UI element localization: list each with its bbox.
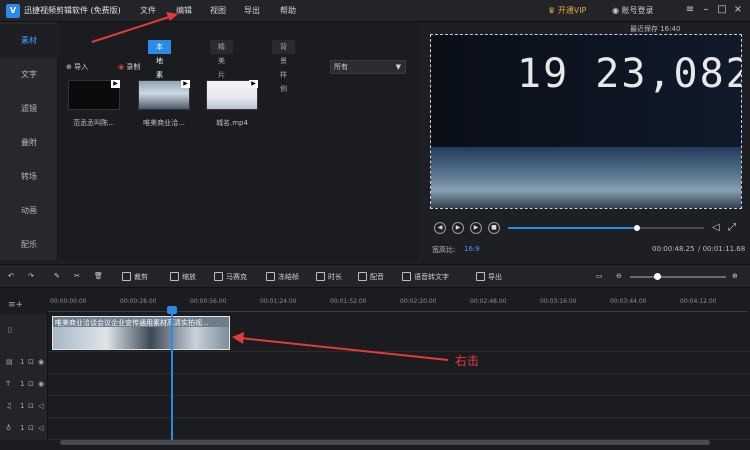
annotation-arrow-clip: [239, 337, 449, 361]
annotation-overlay: [91, 12, 449, 361]
annotation-arrow-edit: [91, 15, 173, 43]
annotation-arrowhead: [232, 332, 244, 344]
annotation-label: 右击: [455, 354, 480, 368]
